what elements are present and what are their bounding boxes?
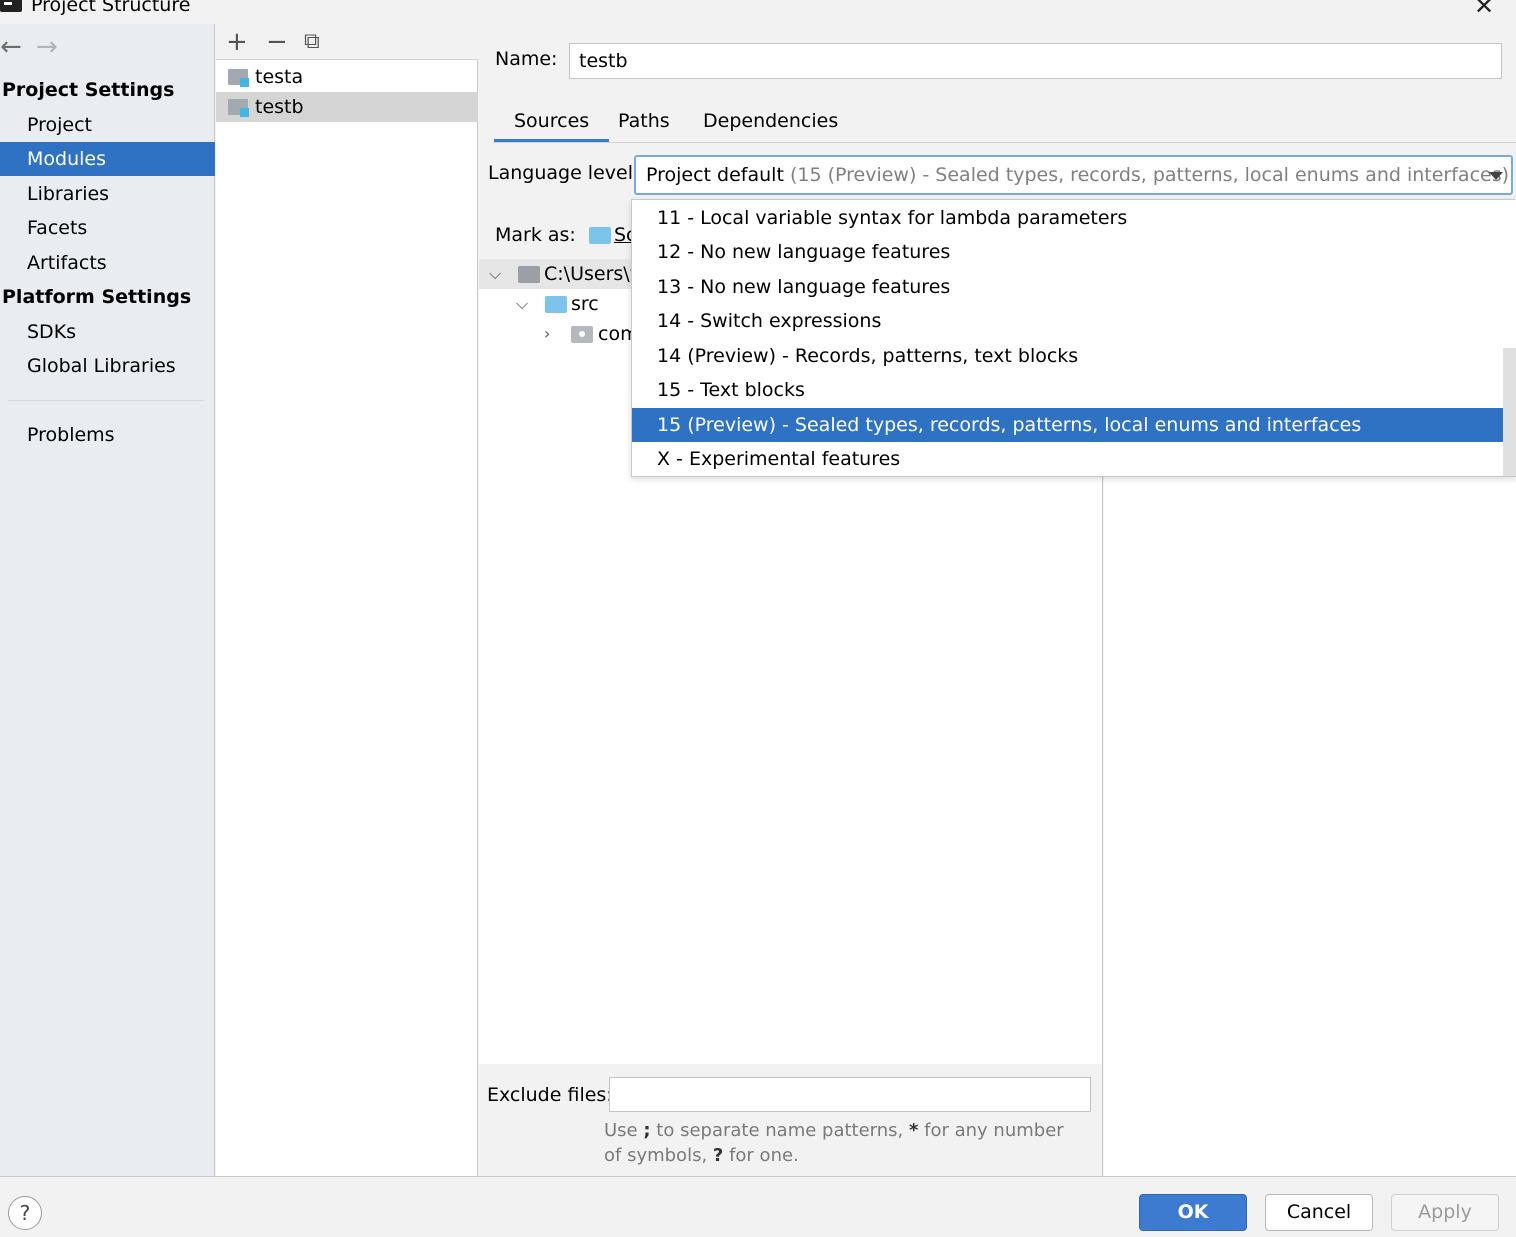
folder-icon xyxy=(518,266,540,283)
back-arrow-icon[interactable]: ← xyxy=(0,32,36,62)
option-12[interactable]: 12 - No new language features xyxy=(632,235,1503,269)
tab-paths[interactable]: Paths xyxy=(598,100,690,142)
option-14[interactable]: 14 - Switch expressions xyxy=(632,304,1503,338)
exclude-files-hint: Use ; to separate name patterns, * for a… xyxy=(604,1120,1064,1166)
module-item-testa[interactable]: testa xyxy=(216,62,478,92)
close-icon[interactable]: ✕ xyxy=(1474,0,1494,20)
module-label: testa xyxy=(255,66,304,88)
dropdown-scrollbar[interactable] xyxy=(1503,348,1516,476)
source-folder-icon xyxy=(545,296,567,313)
sidebar-divider xyxy=(8,400,204,401)
apply-button[interactable]: Apply xyxy=(1391,1194,1499,1231)
language-level-dropdown: 11 - Local variable syntax for lambda pa… xyxy=(631,199,1516,477)
option-15[interactable]: 15 - Text blocks xyxy=(632,373,1503,407)
option-15-preview[interactable]: 15 (Preview) - Sealed types, records, pa… xyxy=(632,408,1503,442)
dialog-footer: ? OK Cancel Apply xyxy=(0,1176,1516,1237)
help-button[interactable]: ? xyxy=(8,1196,42,1230)
exclude-files-label: Exclude files: xyxy=(487,1084,613,1106)
add-icon[interactable]: + xyxy=(226,27,248,57)
module-label: testb xyxy=(255,96,304,118)
platform-settings-heading: Platform Settings xyxy=(2,286,192,308)
copy-icon[interactable]: ⧉ xyxy=(304,29,320,54)
option-14-preview[interactable]: 14 (Preview) - Records, patterns, text b… xyxy=(632,339,1503,373)
title-bar: Project Structure ✕ xyxy=(0,0,1516,24)
tab-dependencies[interactable]: Dependencies xyxy=(683,100,858,142)
name-input[interactable]: testb xyxy=(569,43,1502,79)
option-13[interactable]: 13 - No new language features xyxy=(632,270,1503,304)
ok-button[interactable]: OK xyxy=(1139,1194,1247,1231)
module-settings: Name: testb Sources Paths Dependencies L… xyxy=(479,24,1516,1176)
history-nav: ← → xyxy=(0,32,72,62)
sidebar-item-problems[interactable]: Problems xyxy=(0,418,215,452)
window-title: Project Structure xyxy=(31,0,191,16)
option-x-experimental[interactable]: X - Experimental features xyxy=(632,442,1503,476)
chevron-down-icon xyxy=(1489,172,1503,180)
option-11[interactable]: 11 - Local variable syntax for lambda pa… xyxy=(632,201,1503,235)
module-icon xyxy=(228,69,249,87)
sidebar-item-facets[interactable]: Facets xyxy=(0,211,215,245)
exclude-files-input[interactable] xyxy=(609,1077,1091,1112)
project-settings-heading: Project Settings xyxy=(2,79,175,101)
chevron-down-icon[interactable]: ⌵ xyxy=(489,259,501,289)
sidebar-item-project[interactable]: Project xyxy=(0,108,215,142)
name-label: Name: xyxy=(495,48,558,70)
remove-icon[interactable]: − xyxy=(266,27,288,57)
sidebar-item-sdks[interactable]: SDKs xyxy=(0,315,215,349)
sources-folder-icon xyxy=(589,227,611,244)
chevron-down-icon[interactable]: ⌵ xyxy=(516,289,528,319)
tree-label-src: src xyxy=(571,293,599,315)
package-icon xyxy=(571,326,593,343)
modules-panel: + − ⧉ testa testb xyxy=(216,24,478,1176)
forward-arrow-icon[interactable]: → xyxy=(36,32,72,62)
sidebar-item-global-libraries[interactable]: Global Libraries xyxy=(0,349,215,383)
chevron-right-icon[interactable]: › xyxy=(544,319,550,349)
language-level-label: Language level: xyxy=(488,162,640,184)
mark-as-label: Mark as: xyxy=(495,224,576,246)
module-item-testb[interactable]: testb xyxy=(216,92,478,122)
settings-sidebar: ← → Project Settings Project Modules Libr… xyxy=(0,24,215,1176)
module-icon xyxy=(228,99,249,117)
modules-toolbar: + − ⧉ xyxy=(216,24,478,60)
cancel-button[interactable]: Cancel xyxy=(1265,1194,1373,1231)
language-level-detail: (15 (Preview) - Sealed types, records, p… xyxy=(789,164,1510,186)
tab-sources[interactable]: Sources xyxy=(494,100,610,142)
language-level-combobox[interactable]: Project default (15 (Preview) - Sealed t… xyxy=(634,155,1513,195)
sidebar-item-artifacts[interactable]: Artifacts xyxy=(0,246,215,280)
intellij-app-icon xyxy=(0,0,22,12)
sidebar-item-libraries[interactable]: Libraries xyxy=(0,177,215,211)
sidebar-item-modules[interactable]: Modules xyxy=(0,142,215,176)
tab-divider xyxy=(493,142,1516,143)
exclude-files-section: Exclude files: Use ; to separate name pa… xyxy=(479,1064,1103,1176)
language-level-value: Project default xyxy=(646,164,784,186)
